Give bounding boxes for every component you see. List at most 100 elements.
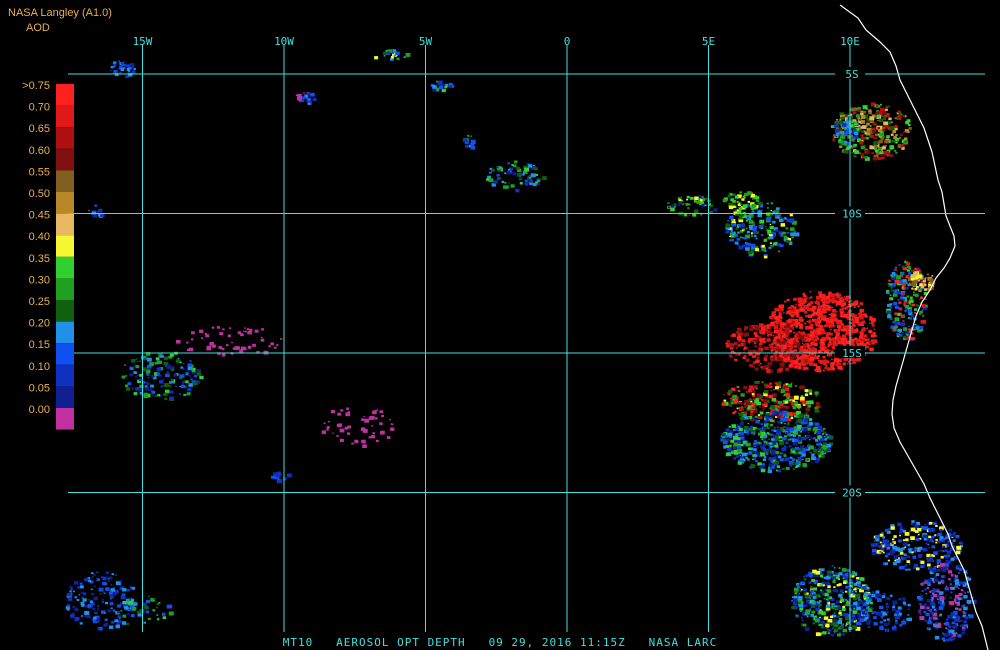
aerosol-pixel <box>928 283 931 286</box>
aerosol-pixel <box>963 620 968 624</box>
aerosol-pixel <box>78 594 81 596</box>
aerosol-pixel <box>752 231 757 235</box>
aerosol-pixel <box>753 350 757 353</box>
aerosol-pixel <box>822 427 826 430</box>
aerosol-pixel <box>749 364 754 368</box>
aerosol-pixel <box>878 605 884 610</box>
aerosol-pixel <box>743 459 746 461</box>
aerosol-pixel <box>759 362 762 365</box>
aerosol-pixel <box>846 621 850 624</box>
aerosol-pixel <box>125 384 129 387</box>
aerosol-pixel <box>823 362 827 365</box>
aerosol-pixel <box>774 427 776 429</box>
aerosol-pixel <box>832 614 837 618</box>
aerosol-pixel <box>925 558 928 560</box>
aerosol-pixel <box>751 393 755 396</box>
aerosol-pixel <box>819 610 824 614</box>
aerosol-pixel <box>771 411 773 413</box>
aerosol-pixel <box>955 535 960 539</box>
aerosol-pixel <box>115 574 118 576</box>
aerosol-pixel <box>879 118 884 122</box>
aerosol-pixel <box>898 566 903 570</box>
aerosol-pixel <box>909 530 911 532</box>
aerosol-pixel <box>889 306 892 308</box>
aerosol-pixel <box>873 622 878 626</box>
aerosol-pixel <box>794 365 798 369</box>
aerosol-pixel <box>902 542 908 547</box>
aerosol-pixel <box>852 610 858 614</box>
aerosol-pixel <box>898 136 902 139</box>
aerosol-pixel <box>786 336 790 339</box>
aerosol-pixel <box>809 291 812 293</box>
aerosol-pixel <box>782 410 787 415</box>
aerosol-pixel <box>733 457 736 460</box>
aerosol-pixel <box>168 384 172 387</box>
aerosol-pixel <box>919 302 921 304</box>
aerosol-pixel <box>745 442 751 447</box>
aerosol-pixel <box>893 326 897 330</box>
aerosol-pixel <box>768 344 772 347</box>
aerosol-pixel <box>114 593 117 596</box>
aerosol-pixel <box>926 549 929 551</box>
aerosol-pixel <box>895 151 898 154</box>
aerosol-pixel <box>699 199 703 202</box>
aerosol-pixel <box>777 336 781 339</box>
aerosol-pixel <box>827 572 831 576</box>
aerosol-pixel <box>855 605 858 607</box>
aerosol-pixel <box>104 618 108 622</box>
aerosol-pixel <box>851 575 855 578</box>
aerosol-pixel <box>725 344 731 348</box>
aerosol-pixel <box>884 139 889 144</box>
aerosol-pixel <box>833 607 838 611</box>
aerosol-pixel <box>69 586 73 589</box>
aerosol-pixel <box>811 309 815 312</box>
aerosol-pixel <box>809 418 813 421</box>
aerosol-pixel <box>945 594 948 597</box>
aerosol-pixel <box>743 441 746 443</box>
aerosol-pixel <box>187 387 192 392</box>
aerosol-pixel <box>958 572 960 574</box>
aerosol-pixel <box>853 143 857 147</box>
aerosol-pixel <box>950 557 955 561</box>
aerosol-pixel <box>131 368 133 370</box>
aerosol-pixel <box>170 368 175 372</box>
aerosol-pixel <box>666 201 670 205</box>
aerosol-pixel <box>923 537 927 541</box>
aerosol-pixel <box>153 597 156 600</box>
aerosol-pixel <box>218 346 223 349</box>
aerosol-pixel <box>170 378 174 382</box>
aerosol-pixel <box>868 593 871 595</box>
aerosol-pixel <box>942 550 945 552</box>
aerosol-pixel <box>927 578 932 582</box>
aerosol-pixel <box>906 260 908 263</box>
aerosol-pixel <box>177 373 181 376</box>
aerosol-pixel <box>163 383 169 387</box>
aerosol-pixel <box>886 543 891 548</box>
aerosol-pixel <box>528 176 532 179</box>
aerosol-pixel <box>136 360 139 363</box>
aerosol-pixel <box>925 612 930 617</box>
aerosol-pixel <box>869 322 871 324</box>
aerosol-pixel <box>752 197 755 200</box>
aerosol-pixel <box>470 135 472 137</box>
aerosol-pixel <box>769 225 774 230</box>
aerosol-pixel <box>133 392 138 396</box>
aerosol-pixel <box>793 595 798 599</box>
aerosol-pixel <box>515 188 520 193</box>
aerosol-pixel <box>933 593 937 597</box>
aerosol-pixel <box>777 405 780 408</box>
aerosol-pixel <box>847 329 850 332</box>
aerosol-pixel <box>855 114 860 118</box>
aerosol-pixel <box>773 429 777 432</box>
aerosol-pixel <box>814 339 818 342</box>
aerosol-pixel <box>815 365 821 370</box>
longitude-label: 10W <box>274 35 294 48</box>
aerosol-pixel <box>819 324 823 328</box>
aerosol-pixel <box>935 617 938 620</box>
aerosol-pixel <box>135 387 140 391</box>
aerosol-pixel <box>261 328 264 331</box>
aerosol-pixel <box>801 453 806 457</box>
aerosol-pixel <box>800 362 803 365</box>
aerosol-pixel <box>789 360 793 363</box>
aerosol-pixel <box>154 362 158 365</box>
